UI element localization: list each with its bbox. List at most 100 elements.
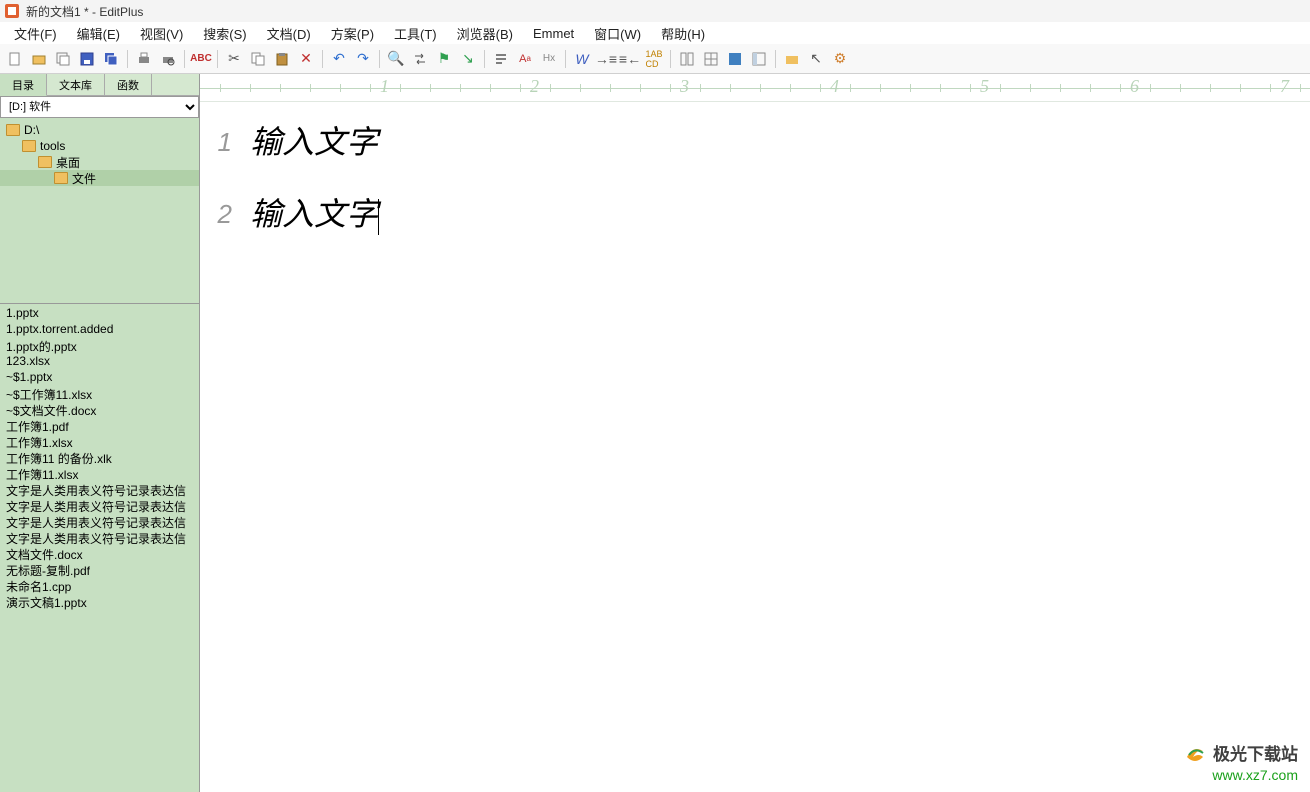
wordwrap-icon[interactable]	[490, 48, 512, 70]
folder-tree[interactable]: D:\tools桌面文件	[0, 118, 199, 304]
undo-icon[interactable]: ↶	[328, 48, 350, 70]
ruler-mark: 7	[1280, 76, 1289, 97]
open-file-icon[interactable]	[28, 48, 50, 70]
file-list-item[interactable]: 未命名1.cpp	[0, 578, 199, 594]
goto-icon[interactable]: ↘	[457, 48, 479, 70]
cut-icon[interactable]: ✂	[223, 48, 245, 70]
file-list-item[interactable]: ~$工作簿11.xlsx	[0, 386, 199, 402]
replace-icon[interactable]	[409, 48, 431, 70]
sidebar: 目录 文本库 函数 [D:] 软件 D:\tools桌面文件 1.pptx1.p…	[0, 74, 200, 792]
save-icon[interactable]	[76, 48, 98, 70]
text-cursor	[378, 199, 379, 235]
menu-bar: 文件(F) 编辑(E) 视图(V) 搜索(S) 文档(D) 方案(P) 工具(T…	[0, 22, 1310, 44]
fullscreen-icon[interactable]	[724, 48, 746, 70]
font-aa-icon[interactable]: Aa	[514, 48, 536, 70]
redo-icon[interactable]: ↷	[352, 48, 374, 70]
menu-project[interactable]: 方案(P)	[325, 22, 380, 45]
print-icon[interactable]	[133, 48, 155, 70]
editor-line[interactable]: 输入文字	[250, 194, 1310, 266]
save-all-icon[interactable]	[100, 48, 122, 70]
menu-help[interactable]: 帮助(H)	[655, 22, 711, 45]
sidebar-tab-directory[interactable]: 目录	[0, 74, 47, 96]
ruler-mark: 5	[980, 76, 989, 97]
ruler: 1234567	[200, 74, 1310, 102]
toolbar-separator	[184, 50, 185, 68]
hex-icon[interactable]: Hx	[538, 48, 560, 70]
browser-icon[interactable]: W	[571, 48, 593, 70]
file-list-item[interactable]: 无标题-复制.pdf	[0, 562, 199, 578]
file-list-item[interactable]: 演示文稿1.pptx	[0, 594, 199, 610]
file-list-item[interactable]: 工作簿11.xlsx	[0, 466, 199, 482]
app-icon	[4, 3, 20, 19]
file-list-item[interactable]: 1.pptx	[0, 306, 199, 322]
grid-icon[interactable]	[700, 48, 722, 70]
sidebar-tab-functions[interactable]: 函数	[105, 74, 152, 95]
delete-icon[interactable]: ✕	[295, 48, 317, 70]
ruler-mark: 2	[530, 76, 539, 97]
folder-tree-item[interactable]: 文件	[0, 170, 199, 186]
folder-tree-item[interactable]: 桌面	[0, 154, 199, 170]
editor-line[interactable]: 输入文字	[250, 122, 1310, 194]
file-list-item[interactable]: 1.pptx.torrent.added	[0, 322, 199, 338]
folder-tree-item[interactable]: tools	[0, 138, 199, 154]
menu-file[interactable]: 文件(F)	[8, 22, 63, 45]
file-list-item[interactable]: 文档文件.docx	[0, 546, 199, 562]
print-preview-icon[interactable]	[157, 48, 179, 70]
watermark-logo-icon	[1183, 743, 1207, 767]
new-window-icon[interactable]	[52, 48, 74, 70]
editor-area: 1234567 1 2 输入文字 输入文字 极光下载站 www.xz7.com	[200, 74, 1310, 792]
settings-icon[interactable]: ⚙	[829, 48, 851, 70]
folder-icon	[38, 156, 52, 168]
indent-icon[interactable]: →≡	[595, 48, 617, 70]
folder-icon	[6, 124, 20, 136]
menu-document[interactable]: 文档(D)	[261, 22, 317, 45]
pointer-icon[interactable]: ↖	[805, 48, 827, 70]
watermark: 极光下载站 www.xz7.com	[1183, 743, 1298, 784]
file-list-item[interactable]: 123.xlsx	[0, 354, 199, 370]
menu-browser[interactable]: 浏览器(B)	[451, 22, 519, 45]
file-list[interactable]: 1.pptx1.pptx.torrent.added1.pptx的.pptx12…	[0, 304, 199, 792]
workspace: 目录 文本库 函数 [D:] 软件 D:\tools桌面文件 1.pptx1.p…	[0, 74, 1310, 792]
file-list-item[interactable]: 工作簿1.pdf	[0, 418, 199, 434]
file-list-item[interactable]: 工作簿1.xlsx	[0, 434, 199, 450]
highlight-icon[interactable]: 1ABCD	[643, 48, 665, 70]
ruler-mark: 6	[1130, 76, 1139, 97]
text-area[interactable]: 输入文字 输入文字	[240, 102, 1310, 792]
editor-content[interactable]: 1 2 输入文字 输入文字	[200, 102, 1310, 792]
sidebar-tab-cliptext[interactable]: 文本库	[47, 74, 105, 95]
find-icon[interactable]: 🔍	[385, 48, 407, 70]
bookmark-icon[interactable]: ⚑	[433, 48, 455, 70]
folder-label: 文件	[72, 170, 96, 187]
columns-icon[interactable]	[676, 48, 698, 70]
outdent-icon[interactable]: ≡←	[619, 48, 641, 70]
new-file-icon[interactable]	[4, 48, 26, 70]
paste-icon[interactable]	[271, 48, 293, 70]
folder-tree-item[interactable]: D:\	[0, 122, 199, 138]
folder-icon	[22, 140, 36, 152]
panel-icon[interactable]	[748, 48, 770, 70]
toolbar-separator	[775, 50, 776, 68]
file-list-item[interactable]: 文字是人类用表义符号记录表达信	[0, 498, 199, 514]
drive-selector[interactable]: [D:] 软件	[0, 96, 199, 118]
toolbar-separator	[322, 50, 323, 68]
menu-search[interactable]: 搜索(S)	[197, 22, 252, 45]
copy-icon[interactable]	[247, 48, 269, 70]
toolbar-separator	[127, 50, 128, 68]
menu-window[interactable]: 窗口(W)	[588, 22, 647, 45]
menu-view[interactable]: 视图(V)	[134, 22, 189, 45]
file-list-item[interactable]: ~$文档文件.docx	[0, 402, 199, 418]
spellcheck-icon[interactable]: ABC	[190, 48, 212, 70]
file-list-item[interactable]: 文字是人类用表义符号记录表达信	[0, 514, 199, 530]
file-list-item[interactable]: 文字是人类用表义符号记录表达信	[0, 530, 199, 546]
ruler-mark: 4	[830, 76, 839, 97]
file-list-item[interactable]: ~$1.pptx	[0, 370, 199, 386]
menu-tools[interactable]: 工具(T)	[388, 22, 443, 45]
menu-emmet[interactable]: Emmet	[527, 24, 580, 43]
file-list-item[interactable]: 1.pptx的.pptx	[0, 338, 199, 354]
file-list-item[interactable]: 文字是人类用表义符号记录表达信	[0, 482, 199, 498]
file-list-item[interactable]: 工作簿11 的备份.xlk	[0, 450, 199, 466]
watermark-site: www.xz7.com	[1183, 767, 1298, 784]
window-title: 新的文档1 * - EditPlus	[26, 3, 143, 20]
menu-edit[interactable]: 编辑(E)	[71, 22, 126, 45]
folder-panel-icon[interactable]	[781, 48, 803, 70]
